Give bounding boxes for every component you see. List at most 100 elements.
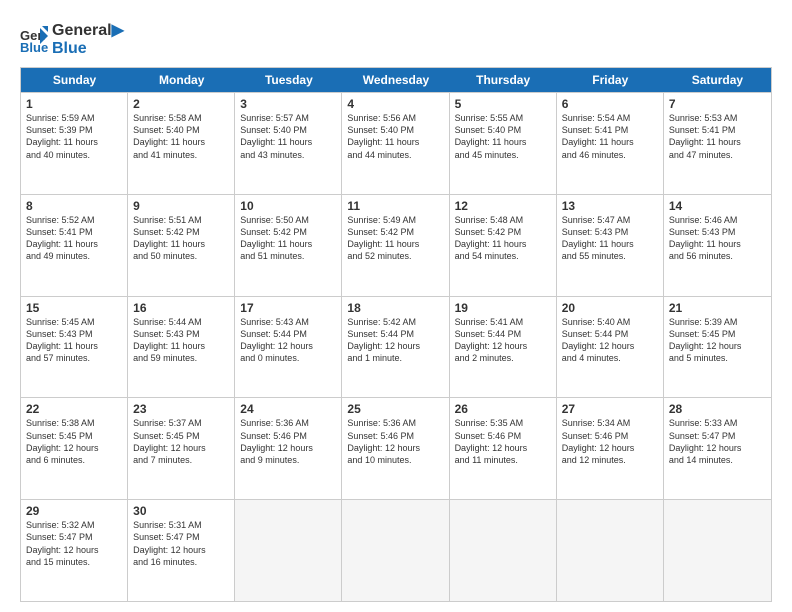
- calendar-row-3: 22Sunrise: 5:38 AMSunset: 5:45 PMDayligh…: [21, 397, 771, 499]
- day-number: 24: [240, 402, 336, 416]
- calendar-row-2: 15Sunrise: 5:45 AMSunset: 5:43 PMDayligh…: [21, 296, 771, 398]
- day-info: Sunrise: 5:47 AMSunset: 5:43 PMDaylight:…: [562, 214, 658, 263]
- day-number: 12: [455, 199, 551, 213]
- logo-text: General▶ Blue: [52, 22, 124, 57]
- day-info: Sunrise: 5:56 AMSunset: 5:40 PMDaylight:…: [347, 112, 443, 161]
- empty-cell: [235, 500, 342, 601]
- day-number: 4: [347, 97, 443, 111]
- day-info: Sunrise: 5:44 AMSunset: 5:43 PMDaylight:…: [133, 316, 229, 365]
- day-info: Sunrise: 5:39 AMSunset: 5:45 PMDaylight:…: [669, 316, 766, 365]
- day-number: 19: [455, 301, 551, 315]
- day-cell-10: 10Sunrise: 5:50 AMSunset: 5:42 PMDayligh…: [235, 195, 342, 296]
- day-info: Sunrise: 5:35 AMSunset: 5:46 PMDaylight:…: [455, 417, 551, 466]
- empty-cell: [664, 500, 771, 601]
- day-info: Sunrise: 5:40 AMSunset: 5:44 PMDaylight:…: [562, 316, 658, 365]
- day-cell-27: 27Sunrise: 5:34 AMSunset: 5:46 PMDayligh…: [557, 398, 664, 499]
- day-number: 8: [26, 199, 122, 213]
- day-info: Sunrise: 5:34 AMSunset: 5:46 PMDaylight:…: [562, 417, 658, 466]
- header-day-thursday: Thursday: [450, 68, 557, 92]
- day-cell-29: 29Sunrise: 5:32 AMSunset: 5:47 PMDayligh…: [21, 500, 128, 601]
- day-info: Sunrise: 5:48 AMSunset: 5:42 PMDaylight:…: [455, 214, 551, 263]
- day-number: 16: [133, 301, 229, 315]
- day-cell-17: 17Sunrise: 5:43 AMSunset: 5:44 PMDayligh…: [235, 297, 342, 398]
- day-info: Sunrise: 5:52 AMSunset: 5:41 PMDaylight:…: [26, 214, 122, 263]
- day-cell-11: 11Sunrise: 5:49 AMSunset: 5:42 PMDayligh…: [342, 195, 449, 296]
- calendar-row-0: 1Sunrise: 5:59 AMSunset: 5:39 PMDaylight…: [21, 92, 771, 194]
- day-cell-15: 15Sunrise: 5:45 AMSunset: 5:43 PMDayligh…: [21, 297, 128, 398]
- day-cell-24: 24Sunrise: 5:36 AMSunset: 5:46 PMDayligh…: [235, 398, 342, 499]
- page: Gen Blue General▶ Blue SundayMondayTuesd…: [0, 0, 792, 612]
- day-cell-20: 20Sunrise: 5:40 AMSunset: 5:44 PMDayligh…: [557, 297, 664, 398]
- day-number: 26: [455, 402, 551, 416]
- day-info: Sunrise: 5:57 AMSunset: 5:40 PMDaylight:…: [240, 112, 336, 161]
- day-number: 9: [133, 199, 229, 213]
- day-info: Sunrise: 5:51 AMSunset: 5:42 PMDaylight:…: [133, 214, 229, 263]
- day-info: Sunrise: 5:50 AMSunset: 5:42 PMDaylight:…: [240, 214, 336, 263]
- day-info: Sunrise: 5:31 AMSunset: 5:47 PMDaylight:…: [133, 519, 229, 568]
- day-number: 10: [240, 199, 336, 213]
- day-number: 23: [133, 402, 229, 416]
- day-number: 18: [347, 301, 443, 315]
- day-cell-21: 21Sunrise: 5:39 AMSunset: 5:45 PMDayligh…: [664, 297, 771, 398]
- day-number: 11: [347, 199, 443, 213]
- header-day-saturday: Saturday: [664, 68, 771, 92]
- day-number: 22: [26, 402, 122, 416]
- calendar: SundayMondayTuesdayWednesdayThursdayFrid…: [20, 67, 772, 602]
- day-info: Sunrise: 5:41 AMSunset: 5:44 PMDaylight:…: [455, 316, 551, 365]
- calendar-row-4: 29Sunrise: 5:32 AMSunset: 5:47 PMDayligh…: [21, 499, 771, 601]
- day-cell-25: 25Sunrise: 5:36 AMSunset: 5:46 PMDayligh…: [342, 398, 449, 499]
- day-cell-8: 8Sunrise: 5:52 AMSunset: 5:41 PMDaylight…: [21, 195, 128, 296]
- day-cell-2: 2Sunrise: 5:58 AMSunset: 5:40 PMDaylight…: [128, 93, 235, 194]
- header-day-tuesday: Tuesday: [235, 68, 342, 92]
- header-day-monday: Monday: [128, 68, 235, 92]
- day-cell-9: 9Sunrise: 5:51 AMSunset: 5:42 PMDaylight…: [128, 195, 235, 296]
- day-info: Sunrise: 5:46 AMSunset: 5:43 PMDaylight:…: [669, 214, 766, 263]
- day-number: 21: [669, 301, 766, 315]
- day-cell-13: 13Sunrise: 5:47 AMSunset: 5:43 PMDayligh…: [557, 195, 664, 296]
- day-info: Sunrise: 5:55 AMSunset: 5:40 PMDaylight:…: [455, 112, 551, 161]
- day-number: 29: [26, 504, 122, 518]
- day-cell-22: 22Sunrise: 5:38 AMSunset: 5:45 PMDayligh…: [21, 398, 128, 499]
- day-info: Sunrise: 5:58 AMSunset: 5:40 PMDaylight:…: [133, 112, 229, 161]
- day-number: 25: [347, 402, 443, 416]
- day-number: 14: [669, 199, 766, 213]
- empty-cell: [557, 500, 664, 601]
- calendar-header: SundayMondayTuesdayWednesdayThursdayFrid…: [21, 68, 771, 92]
- header-day-friday: Friday: [557, 68, 664, 92]
- day-info: Sunrise: 5:54 AMSunset: 5:41 PMDaylight:…: [562, 112, 658, 161]
- day-info: Sunrise: 5:33 AMSunset: 5:47 PMDaylight:…: [669, 417, 766, 466]
- day-cell-4: 4Sunrise: 5:56 AMSunset: 5:40 PMDaylight…: [342, 93, 449, 194]
- day-info: Sunrise: 5:32 AMSunset: 5:47 PMDaylight:…: [26, 519, 122, 568]
- day-info: Sunrise: 5:42 AMSunset: 5:44 PMDaylight:…: [347, 316, 443, 365]
- day-number: 17: [240, 301, 336, 315]
- day-info: Sunrise: 5:45 AMSunset: 5:43 PMDaylight:…: [26, 316, 122, 365]
- day-number: 3: [240, 97, 336, 111]
- day-info: Sunrise: 5:37 AMSunset: 5:45 PMDaylight:…: [133, 417, 229, 466]
- logo-icon: Gen Blue: [20, 26, 48, 54]
- day-cell-7: 7Sunrise: 5:53 AMSunset: 5:41 PMDaylight…: [664, 93, 771, 194]
- day-number: 20: [562, 301, 658, 315]
- day-number: 7: [669, 97, 766, 111]
- day-cell-18: 18Sunrise: 5:42 AMSunset: 5:44 PMDayligh…: [342, 297, 449, 398]
- day-info: Sunrise: 5:53 AMSunset: 5:41 PMDaylight:…: [669, 112, 766, 161]
- day-number: 13: [562, 199, 658, 213]
- day-cell-30: 30Sunrise: 5:31 AMSunset: 5:47 PMDayligh…: [128, 500, 235, 601]
- empty-cell: [342, 500, 449, 601]
- header-day-sunday: Sunday: [21, 68, 128, 92]
- day-cell-12: 12Sunrise: 5:48 AMSunset: 5:42 PMDayligh…: [450, 195, 557, 296]
- day-cell-19: 19Sunrise: 5:41 AMSunset: 5:44 PMDayligh…: [450, 297, 557, 398]
- day-cell-5: 5Sunrise: 5:55 AMSunset: 5:40 PMDaylight…: [450, 93, 557, 194]
- day-number: 28: [669, 402, 766, 416]
- logo: Gen Blue General▶ Blue: [20, 22, 124, 57]
- day-info: Sunrise: 5:38 AMSunset: 5:45 PMDaylight:…: [26, 417, 122, 466]
- day-number: 27: [562, 402, 658, 416]
- day-cell-26: 26Sunrise: 5:35 AMSunset: 5:46 PMDayligh…: [450, 398, 557, 499]
- svg-text:Blue: Blue: [20, 40, 48, 54]
- day-cell-6: 6Sunrise: 5:54 AMSunset: 5:41 PMDaylight…: [557, 93, 664, 194]
- day-info: Sunrise: 5:59 AMSunset: 5:39 PMDaylight:…: [26, 112, 122, 161]
- day-cell-16: 16Sunrise: 5:44 AMSunset: 5:43 PMDayligh…: [128, 297, 235, 398]
- calendar-body: 1Sunrise: 5:59 AMSunset: 5:39 PMDaylight…: [21, 92, 771, 601]
- day-info: Sunrise: 5:49 AMSunset: 5:42 PMDaylight:…: [347, 214, 443, 263]
- day-info: Sunrise: 5:36 AMSunset: 5:46 PMDaylight:…: [347, 417, 443, 466]
- day-cell-28: 28Sunrise: 5:33 AMSunset: 5:47 PMDayligh…: [664, 398, 771, 499]
